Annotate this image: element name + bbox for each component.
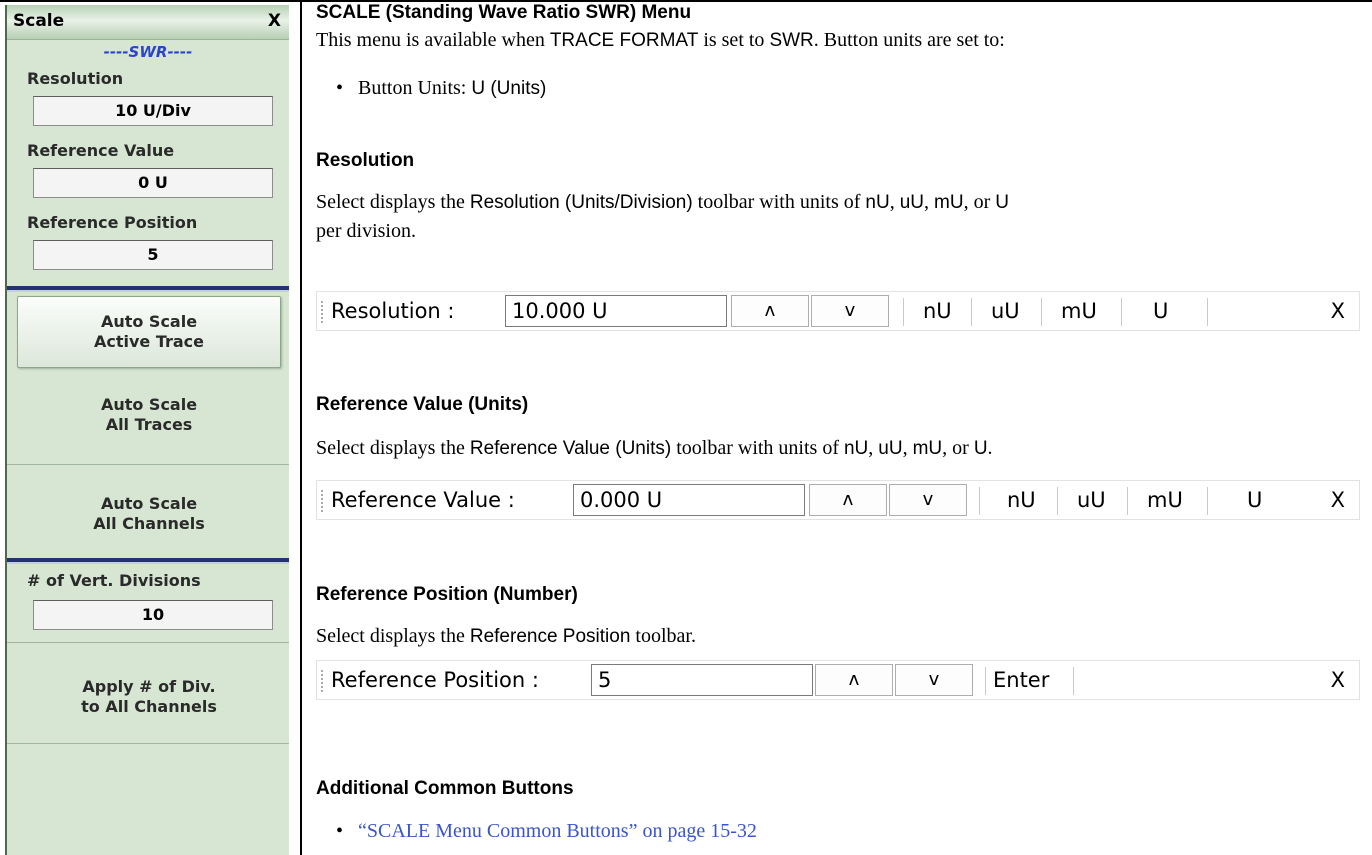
unit-mU[interactable]: mU: [1061, 299, 1097, 323]
resolution-input[interactable]: 10.000 U: [505, 295, 727, 327]
toolbar-grip[interactable]: [321, 670, 323, 692]
unit-uU[interactable]: uU: [1077, 488, 1106, 512]
apply-divisions-button[interactable]: Apply # of Div. to All Channels: [17, 677, 281, 717]
bullet-common-buttons: • “SCALE Menu Common Buttons” on page 15-…: [336, 820, 757, 843]
button-line: All Traces: [105, 415, 193, 434]
unit-U[interactable]: U: [1247, 488, 1262, 512]
auto-scale-all-traces-button[interactable]: Auto Scale All Traces: [17, 395, 281, 435]
separator: [1057, 487, 1058, 515]
separator: [1127, 487, 1128, 515]
bullet-text: Button Units:: [358, 77, 472, 99]
intro-term: SWR: [769, 30, 814, 51]
separator: [971, 298, 972, 326]
reference-position-toolbar: Reference Position : 5 ʌ v Enter X: [316, 660, 1360, 700]
bullet-term: U (Units): [471, 78, 547, 99]
column-divider: [300, 0, 302, 855]
decrement-button[interactable]: v: [811, 295, 889, 327]
button-divider: [7, 464, 289, 465]
menu-close-button[interactable]: X: [268, 11, 281, 31]
toolbar-grip[interactable]: [321, 490, 323, 512]
reference-value-label: Reference Value: [27, 141, 175, 160]
separator: [1207, 298, 1208, 326]
button-line: All Channels: [93, 514, 205, 533]
vert-divisions-label: # of Vert. Divisions: [27, 571, 201, 590]
common-buttons-link[interactable]: “SCALE Menu Common Buttons” on page 15-3…: [358, 820, 757, 842]
separator: [1121, 298, 1122, 326]
menu-title-bar: Scale X: [7, 5, 289, 40]
reference-value-desc: Select displays the Reference Value (Uni…: [316, 437, 993, 459]
button-divider: [7, 743, 289, 744]
increment-button[interactable]: ʌ: [731, 295, 809, 327]
reference-position-input[interactable]: 5: [591, 664, 813, 696]
page-title: SCALE (Standing Wave Ratio SWR) Menu: [316, 2, 692, 23]
section-separator: [7, 286, 289, 292]
toolbar-grip[interactable]: [321, 301, 323, 323]
additional-heading: Additional Common Buttons: [316, 778, 574, 799]
bullet-dot: •: [336, 77, 344, 99]
intro-text: This menu is available when: [316, 29, 550, 51]
reference-position-box[interactable]: 5: [33, 240, 273, 270]
resolution-value-box[interactable]: 10 U/Div: [33, 96, 273, 126]
increment-button[interactable]: ʌ: [809, 484, 887, 516]
button-line: Auto Scale: [100, 312, 198, 331]
vert-divisions-box[interactable]: 10: [33, 600, 273, 630]
enter-button[interactable]: Enter: [993, 668, 1049, 692]
intro-paragraph: This menu is available when TRACE FORMAT…: [316, 26, 1005, 55]
separator: [1073, 667, 1074, 695]
toolbar-label: Reference Position :: [331, 668, 539, 692]
auto-scale-active-trace-button[interactable]: Auto Scale Active Trace: [17, 296, 281, 368]
reference-position-label: Reference Position: [27, 213, 198, 232]
bullet-button-units: • Button Units: U (Units): [336, 77, 546, 100]
decrement-button[interactable]: v: [895, 664, 973, 696]
reference-value-heading: Reference Value (Units): [316, 394, 529, 415]
section-separator: [7, 558, 289, 564]
separator: [979, 487, 980, 515]
reference-position-desc: Select displays the Reference Position t…: [316, 625, 696, 647]
button-line: Apply # of Div.: [82, 677, 216, 696]
bullet-dot: •: [336, 820, 344, 842]
resolution-label: Resolution: [27, 69, 124, 88]
scale-menu-panel: Scale X ----SWR---- Resolution 10 U/Div …: [5, 5, 289, 855]
button-line: Auto Scale: [100, 395, 198, 414]
unit-uU[interactable]: uU: [991, 299, 1020, 323]
decrement-button[interactable]: v: [889, 484, 967, 516]
unit-mU[interactable]: mU: [1147, 488, 1183, 512]
toolbar-close-button[interactable]: X: [1331, 488, 1345, 512]
separator: [903, 298, 904, 326]
toolbar-label: Resolution :: [331, 299, 455, 323]
increment-button[interactable]: ʌ: [815, 664, 893, 696]
reference-value-box[interactable]: 0 U: [33, 168, 273, 198]
toolbar-close-button[interactable]: X: [1331, 299, 1345, 323]
separator: [985, 667, 986, 695]
intro-text: is set to: [698, 29, 770, 51]
reference-value-toolbar: Reference Value : 0.000 U ʌ v nU uU mU U…: [316, 480, 1360, 520]
button-line: to All Channels: [81, 697, 217, 716]
intro-text: . Button units are set to:: [813, 29, 1005, 51]
toolbar-label: Reference Value :: [331, 488, 515, 512]
mode-label: ----SWR----: [103, 43, 193, 61]
reference-value-input[interactable]: 0.000 U: [573, 484, 805, 516]
toolbar-close-button[interactable]: X: [1331, 668, 1345, 692]
button-line: Active Trace: [93, 332, 205, 351]
reference-position-heading: Reference Position (Number): [316, 584, 578, 605]
button-line: Auto Scale: [100, 494, 198, 513]
resolution-heading: Resolution: [316, 150, 415, 171]
resolution-toolbar: Resolution : 10.000 U ʌ v nU uU mU U X: [316, 291, 1360, 331]
auto-scale-all-channels-button[interactable]: Auto Scale All Channels: [17, 494, 281, 534]
button-divider: [7, 642, 289, 643]
unit-nU[interactable]: nU: [923, 299, 952, 323]
separator: [1041, 298, 1042, 326]
menu-title: Scale: [13, 11, 65, 31]
intro-term: TRACE FORMAT: [549, 30, 699, 51]
unit-nU[interactable]: nU: [1007, 488, 1036, 512]
separator: [1207, 487, 1208, 515]
unit-U[interactable]: U: [1153, 299, 1168, 323]
resolution-desc: Select displays the Resolution (Units/Di…: [316, 191, 1009, 242]
